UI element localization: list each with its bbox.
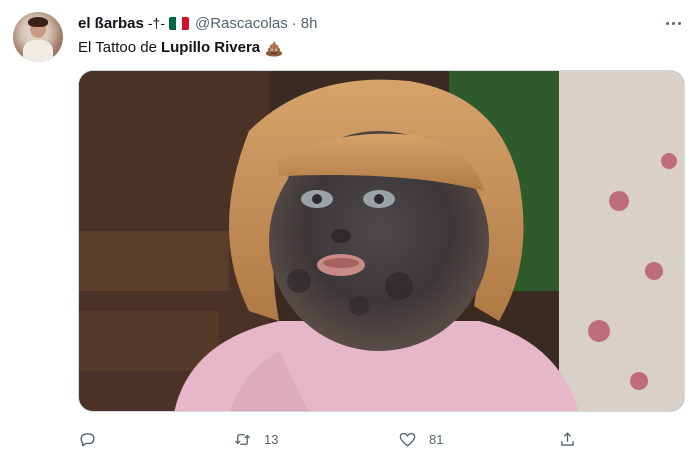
avatar-shirt: [23, 40, 53, 62]
flag-stripe-green: [169, 16, 176, 30]
share-button[interactable]: [558, 428, 577, 450]
avatar[interactable]: [13, 12, 63, 62]
tweet-text-prefix: El Tattoo de: [78, 39, 157, 56]
like-count: 81: [429, 431, 444, 447]
mexico-flag-icon: [169, 16, 189, 30]
retweet-button[interactable]: 13: [233, 428, 278, 450]
like-button[interactable]: 81: [398, 428, 443, 450]
retweet-icon: [234, 433, 251, 445]
avatar-hair: [28, 17, 48, 27]
dagger-emoji: -†-: [147, 15, 165, 31]
share-icon: [561, 431, 574, 446]
flag-stripe-white: [175, 16, 183, 30]
retweet-count: 13: [264, 431, 279, 447]
reply-icon: [80, 432, 95, 447]
tweet-text-bold: Lupillo Rivera: [160, 39, 261, 56]
flag-stripe-red: [182, 16, 189, 30]
tweet-time[interactable]: 8h: [301, 15, 318, 32]
pile-of-poo-emoji: [266, 41, 283, 57]
more-icon[interactable]: [662, 13, 684, 33]
reply-button[interactable]: [78, 428, 109, 450]
tweet-image[interactable]: [78, 70, 685, 412]
separator-dot: ·: [291, 14, 297, 32]
tweet-actions: 13 81: [78, 428, 685, 450]
author-handle[interactable]: @Rascacolas: [195, 15, 288, 32]
author-name[interactable]: el ßarbas: [78, 15, 144, 32]
tweet-text: El Tattoo de Lupillo Rivera: [78, 38, 283, 58]
photo-child-with-smudged-face: [79, 71, 684, 411]
heart-icon: [399, 432, 416, 447]
tweet-header: el ßarbas -†- @Rascacolas · 8h: [78, 13, 317, 33]
